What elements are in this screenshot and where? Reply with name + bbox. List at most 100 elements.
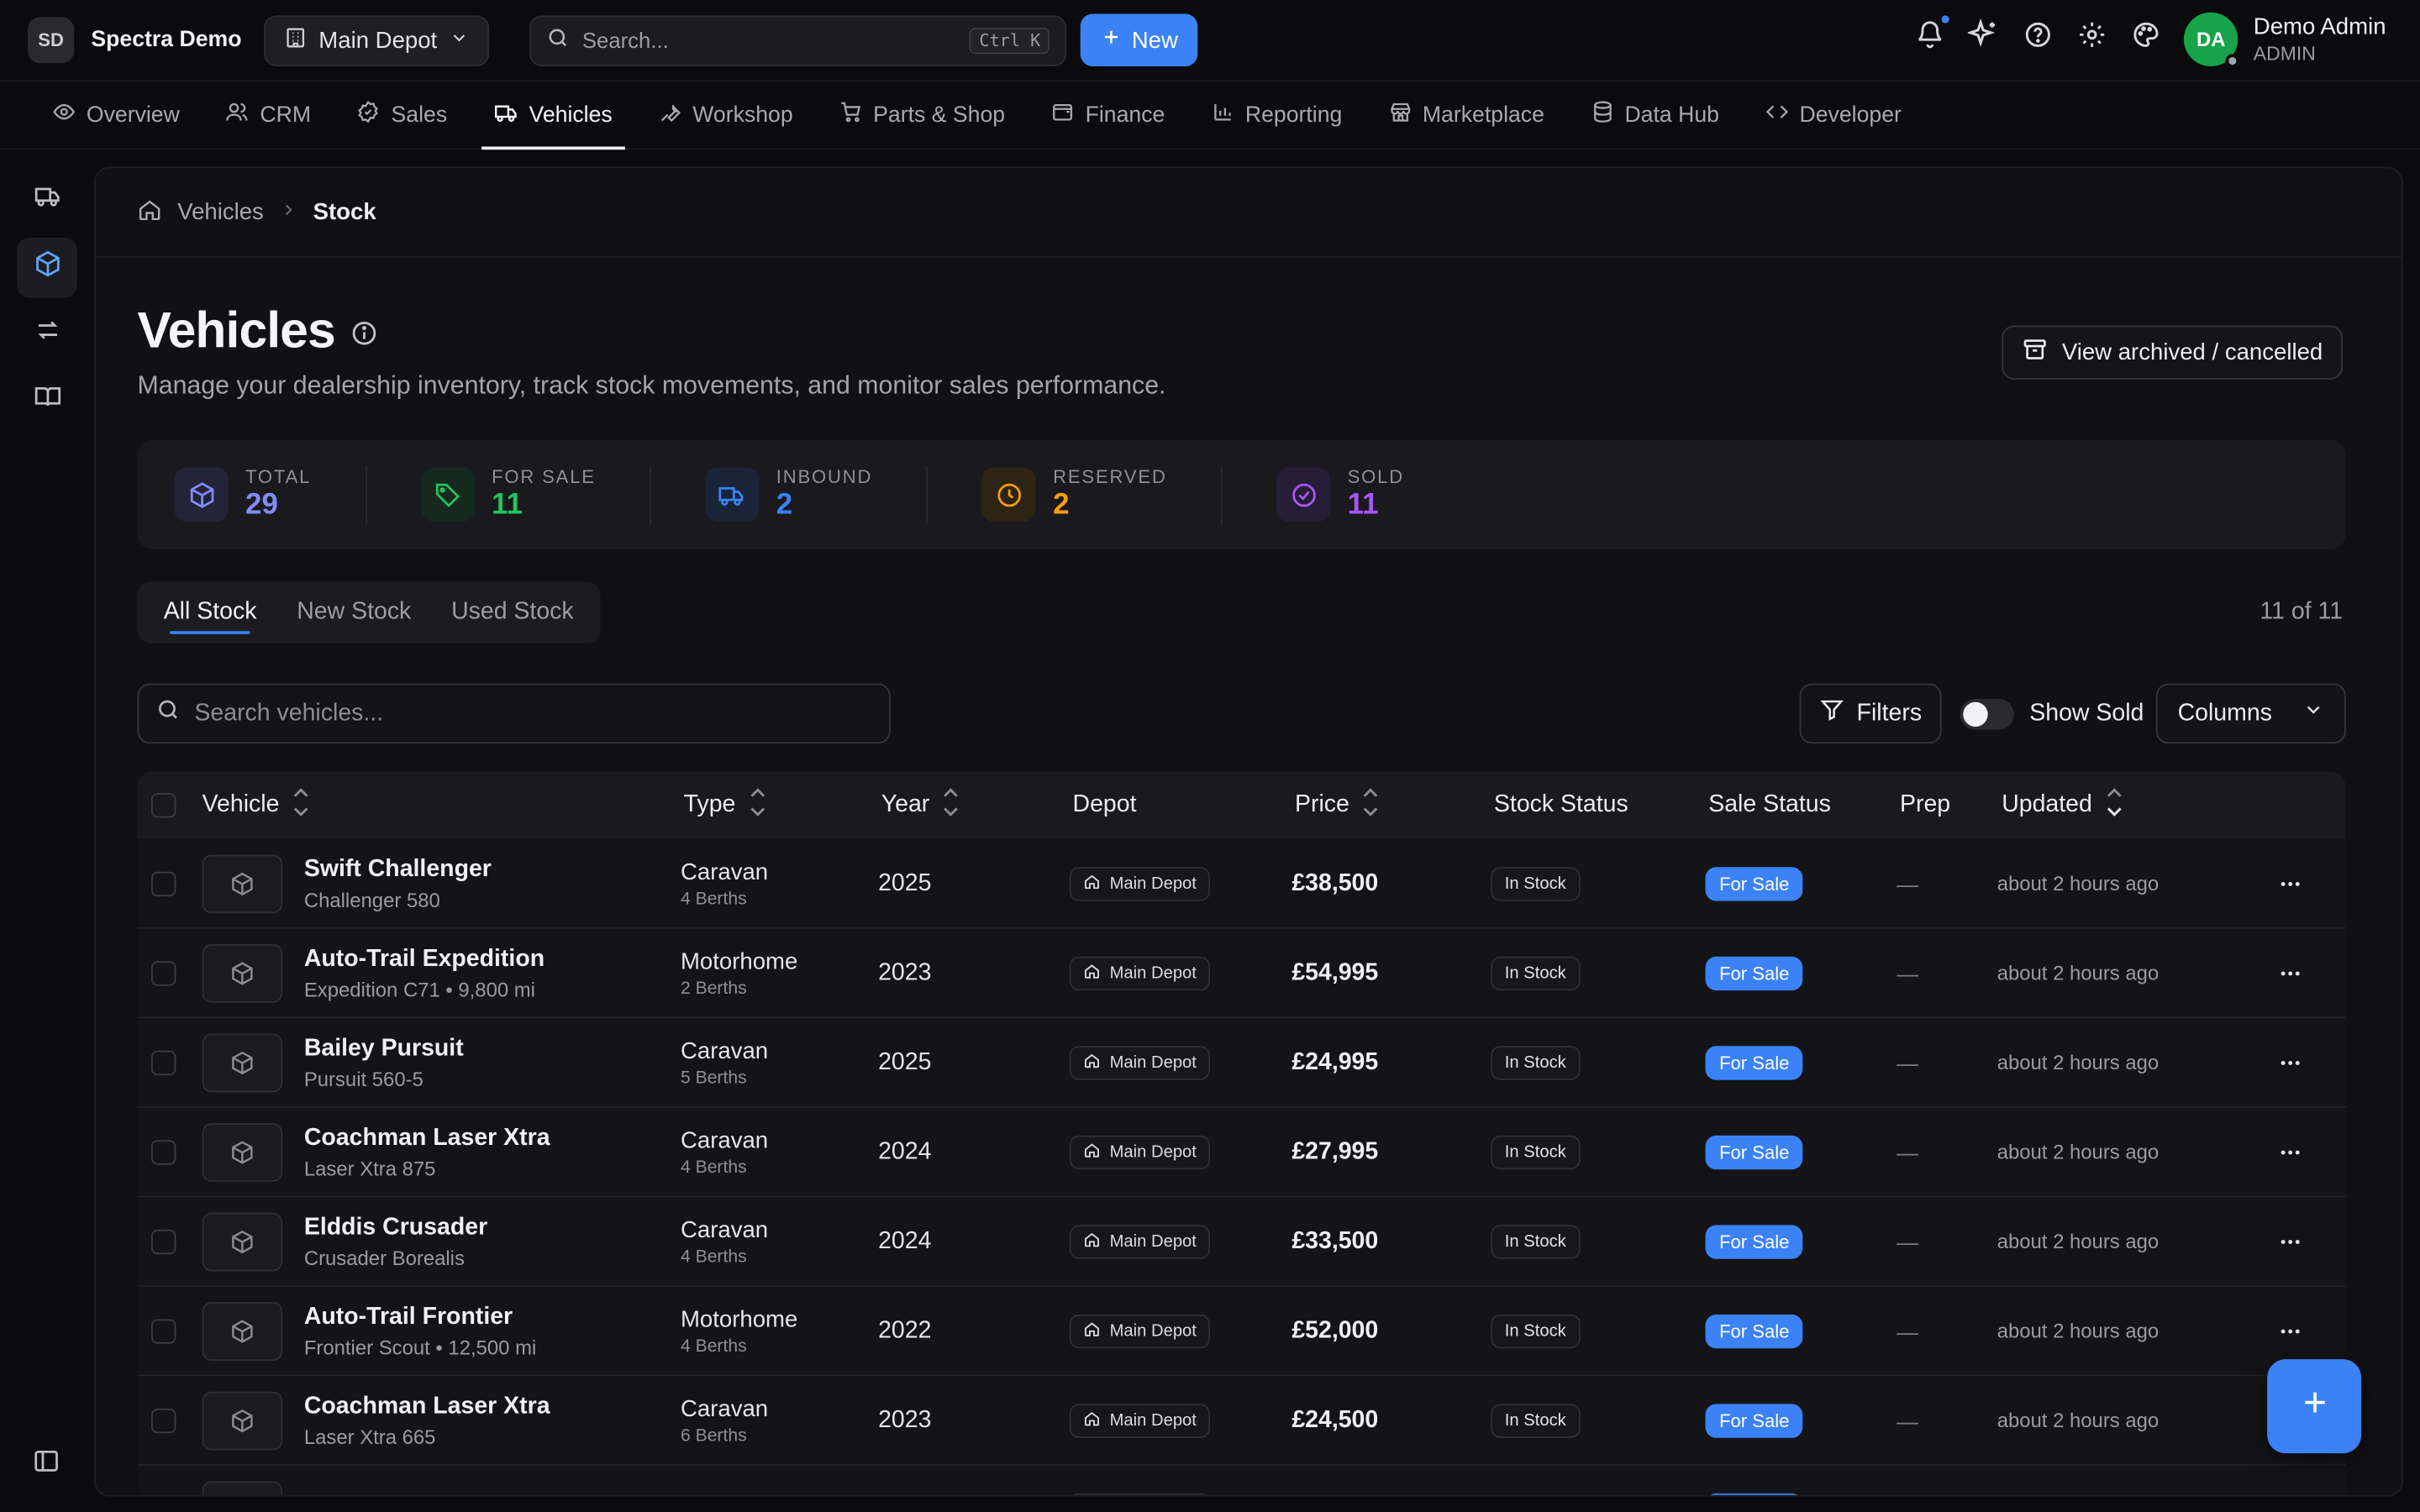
nav-reporting[interactable]: Reporting: [1205, 81, 1349, 150]
archive-icon: [2022, 336, 2048, 369]
stat-value: 2: [1053, 489, 1070, 522]
gear-icon[interactable]: [2075, 18, 2107, 50]
user-name: Demo Admin: [2253, 13, 2386, 40]
nav-vehicles[interactable]: Vehicles: [481, 81, 625, 150]
info-icon[interactable]: [350, 301, 378, 360]
row-checkbox[interactable]: [150, 1139, 176, 1164]
stat-label: TOTAL: [245, 465, 312, 488]
depot-badge: Main Depot: [1069, 1313, 1211, 1348]
col-price[interactable]: Price: [1295, 785, 1494, 827]
table-row[interactable]: Bailey Unicorn Caravan Main Depot For Sa…: [137, 1465, 2346, 1495]
more-icon[interactable]: [2275, 1139, 2306, 1163]
col-year[interactable]: Year: [881, 785, 1073, 827]
rail-stock[interactable]: [17, 237, 77, 298]
vehicle-name[interactable]: Coachman Laser Xtra: [304, 1393, 550, 1420]
table-row[interactable]: Coachman Laser Xtra Laser Xtra 875 Carav…: [137, 1107, 2346, 1198]
vehicle-type: Caravan: [680, 858, 769, 885]
vehicle-type: Motorhome: [680, 948, 798, 974]
sparkles-icon[interactable]: [1967, 18, 1999, 50]
vehicle-cell: Swift Challenger Challenger 580: [202, 853, 681, 913]
col-updated[interactable]: Updated: [2002, 785, 2280, 827]
breadcrumb-parent[interactable]: Vehicles: [177, 199, 264, 225]
nav-workshop[interactable]: Workshop: [652, 81, 799, 150]
nav-finance[interactable]: Finance: [1045, 81, 1171, 150]
type-cell: Motorhome 4 Berths: [681, 1306, 878, 1356]
palette-icon[interactable]: [2130, 18, 2161, 50]
sale-status-badge: For Sale: [1705, 1134, 1803, 1169]
sidebar-toggle-icon[interactable]: [33, 1447, 60, 1483]
nav-parts-shop[interactable]: Parts & Shop: [833, 81, 1011, 150]
vehicle-berths: 4 Berths: [680, 889, 747, 908]
nav-crm[interactable]: CRM: [220, 81, 318, 150]
bell-icon[interactable]: [1914, 12, 1953, 50]
vehicle-name[interactable]: Elddis Crusader: [304, 1214, 487, 1242]
row-checkbox[interactable]: [150, 1407, 176, 1433]
vehicle-name[interactable]: Auto-Trail Frontier: [304, 1303, 536, 1331]
toggle-switch[interactable]: [1960, 699, 2014, 730]
nav-sales[interactable]: Sales: [351, 81, 454, 150]
row-checkbox[interactable]: [150, 1049, 176, 1075]
depot-cell: Main Depot: [1069, 955, 1292, 990]
add-vehicle-fab[interactable]: [2267, 1359, 2362, 1454]
vehicle-name[interactable]: Swift Challenger: [304, 855, 492, 883]
page-title: Vehicles: [137, 301, 378, 360]
vehicle-cell: Elddis Crusader Crusader Borealis: [202, 1211, 681, 1271]
rail-vehicles[interactable]: [17, 170, 77, 230]
vehicle-sub: Pursuit 560-5: [303, 1067, 424, 1090]
tab-used-stock[interactable]: Used Stock: [431, 581, 593, 643]
col-type[interactable]: Type: [684, 785, 881, 827]
tab-all-stock[interactable]: All Stock: [144, 581, 277, 643]
nav-developer[interactable]: Developer: [1760, 81, 1907, 150]
show-sold-toggle[interactable]: Show Sold: [1960, 699, 2144, 730]
vehicle-name[interactable]: Coachman Laser Xtra: [304, 1124, 550, 1152]
global-search-input[interactable]: Search... Ctrl K: [529, 14, 1067, 66]
nav-data-hub[interactable]: Data Hub: [1585, 81, 1726, 150]
table-row[interactable]: Elddis Crusader Crusader Borealis Carava…: [137, 1197, 2346, 1287]
rail-transfers[interactable]: [17, 304, 77, 365]
row-checkbox[interactable]: [150, 960, 176, 985]
type-cell: Caravan 6 Berths: [681, 1395, 878, 1445]
table-row[interactable]: Swift Challenger Challenger 580 Caravan …: [137, 839, 2346, 929]
help-icon[interactable]: [2022, 18, 2053, 50]
vehicle-search-input[interactable]: Search vehicles...: [137, 683, 891, 744]
columns-select[interactable]: Columns: [2155, 683, 2346, 744]
tab-new-stock[interactable]: New Stock: [276, 581, 431, 643]
row-checkbox[interactable]: [150, 1318, 176, 1343]
depot-select[interactable]: Main Depot: [263, 14, 490, 66]
filters-button[interactable]: Filters: [1799, 683, 1942, 744]
table-row[interactable]: Auto-Trail Frontier Frontier Scout • 12,…: [137, 1286, 2346, 1377]
vehicle-name[interactable]: Auto-Trail Expedition: [304, 945, 544, 973]
more-icon[interactable]: [2275, 1050, 2306, 1074]
nav-overview[interactable]: Overview: [46, 81, 186, 150]
vehicle-name[interactable]: Bailey Unicorn: [304, 1494, 471, 1495]
brand-badge[interactable]: SD: [28, 17, 75, 64]
more-icon[interactable]: [2275, 871, 2306, 895]
col-vehicle[interactable]: Vehicle: [203, 785, 684, 827]
user-menu[interactable]: DA Demo Admin ADMIN: [2184, 12, 2386, 68]
vehicle-year: 2025: [878, 869, 932, 896]
depot-badge: Main Depot: [1069, 1403, 1211, 1437]
more-icon[interactable]: [2275, 960, 2306, 984]
nav-marketplace[interactable]: Marketplace: [1382, 81, 1550, 150]
home-icon: [1083, 1231, 1100, 1252]
select-all-checkbox[interactable]: [150, 793, 176, 818]
vehicle-name[interactable]: Bailey Pursuit: [304, 1035, 464, 1063]
vehicles-table: Vehicle Type Year Depot Price Stock Stat…: [137, 771, 2346, 1495]
view-archived-button[interactable]: View archived / cancelled: [2002, 325, 2344, 380]
more-icon[interactable]: [2275, 1318, 2306, 1342]
status-dot: [2225, 54, 2240, 68]
more-icon[interactable]: [2275, 1229, 2306, 1253]
new-button[interactable]: New: [1081, 13, 1198, 66]
table-row[interactable]: Auto-Trail Expedition Expedition C71 • 9…: [137, 928, 2346, 1019]
home-icon[interactable]: [137, 197, 161, 228]
table-row[interactable]: Bailey Pursuit Pursuit 560-5 Caravan 5 B…: [137, 1018, 2346, 1108]
row-checkbox[interactable]: [150, 870, 176, 896]
nav-label: Reporting: [1244, 102, 1343, 128]
brand-name[interactable]: Spectra Demo: [91, 28, 241, 52]
sale-cell: For Sale: [1705, 955, 1897, 990]
avatar: DA: [2184, 12, 2240, 68]
stat-inbound: INBOUND 2: [705, 465, 929, 524]
table-row[interactable]: Coachman Laser Xtra Laser Xtra 665 Carav…: [137, 1376, 2346, 1466]
row-checkbox[interactable]: [150, 1228, 176, 1254]
rail-book[interactable]: [17, 370, 77, 431]
